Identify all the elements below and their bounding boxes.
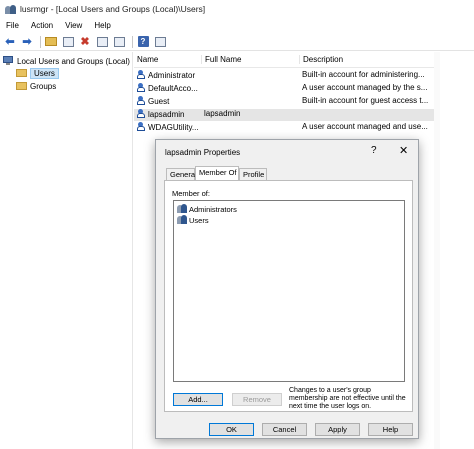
- users-app-icon: [5, 4, 16, 15]
- computer-icon: [3, 56, 14, 66]
- menu-view[interactable]: View: [65, 21, 82, 30]
- menu-file[interactable]: File: [6, 21, 19, 30]
- row-description: Built-in account for administering...: [302, 70, 425, 79]
- dialog-title: lapsadmin Properties: [165, 148, 241, 157]
- user-icon: [136, 70, 146, 80]
- row-name: Administrator: [148, 70, 196, 80]
- row-name: Guest: [148, 96, 170, 106]
- user-icon: [136, 122, 146, 132]
- tree-item-users[interactable]: Users: [16, 67, 59, 79]
- tree-root-local-users-groups[interactable]: Local Users and Groups (Local): [3, 55, 130, 67]
- row-full-name: lapsadmin: [204, 109, 241, 118]
- group-icon: [177, 204, 188, 214]
- member-of-listbox[interactable]: Administrators Users: [173, 200, 405, 382]
- list-item[interactable]: Users: [177, 215, 209, 225]
- menu-action[interactable]: Action: [31, 21, 53, 30]
- help-icon[interactable]: ?: [136, 35, 150, 49]
- group-name: Users: [189, 215, 209, 225]
- member-of-panel: Member of: Administrators Users Add... R…: [164, 180, 413, 412]
- tab-general[interactable]: General: [166, 168, 197, 180]
- console-tree: Local Users and Groups (Local) Users Gro…: [0, 52, 133, 449]
- row-name: WDAGUtility...: [148, 122, 199, 132]
- list-header: Name Full Name Description: [134, 55, 434, 67]
- group-icon: [177, 215, 188, 225]
- remove-button[interactable]: Remove: [232, 393, 282, 406]
- properties-dialog: lapsadmin Properties ? ✕ General Member …: [155, 139, 419, 439]
- column-header-full-name[interactable]: Full Name: [201, 55, 299, 64]
- close-icon[interactable]: ✕: [399, 144, 408, 157]
- tree-root-label: Local Users and Groups (Local): [17, 56, 130, 66]
- table-row[interactable]: Administrator Built-in account for admin…: [134, 70, 434, 82]
- tree-item-label: Users: [30, 67, 59, 79]
- tree-item-groups[interactable]: Groups: [16, 80, 56, 92]
- user-icon: [136, 109, 146, 119]
- column-header-description[interactable]: Description: [299, 55, 432, 64]
- toolbar-separator: [40, 35, 41, 48]
- folder-icon: [16, 69, 27, 77]
- list-item[interactable]: Administrators: [177, 204, 237, 214]
- row-name: DefaultAcco...: [148, 83, 198, 93]
- up-folder-icon[interactable]: [44, 35, 58, 49]
- menu-help[interactable]: Help: [94, 21, 110, 30]
- toolbar: ⬅ ➡ ✖ ?: [0, 33, 474, 51]
- table-row[interactable]: WDAGUtility... A user account managed an…: [134, 122, 434, 134]
- tab-profile[interactable]: Profile: [239, 168, 267, 180]
- console-tree-icon[interactable]: [153, 35, 167, 49]
- help-button[interactable]: Help: [368, 423, 413, 436]
- membership-note: Changes to a user's group membership are…: [289, 387, 406, 410]
- row-name: lapsadmin: [148, 109, 185, 119]
- user-icon: [136, 83, 146, 93]
- tab-member-of[interactable]: Member Of: [195, 166, 239, 180]
- export-icon[interactable]: [112, 35, 126, 49]
- forward-arrow-icon[interactable]: ➡: [20, 35, 34, 49]
- column-header-name[interactable]: Name: [134, 55, 200, 64]
- tree-item-label: Groups: [30, 81, 57, 91]
- dialog-help-icon[interactable]: ?: [371, 145, 377, 156]
- row-description: A user account managed and use...: [302, 122, 428, 131]
- show-hide-tree-icon[interactable]: [61, 35, 75, 49]
- table-row[interactable]: DefaultAcco... A user account managed by…: [134, 83, 434, 95]
- folder-icon: [16, 82, 27, 90]
- group-name: Administrators: [189, 204, 237, 214]
- table-row[interactable]: lapsadmin lapsadmin: [134, 109, 434, 121]
- row-description: A user account managed by the s...: [302, 83, 428, 92]
- delete-icon[interactable]: ✖: [78, 35, 92, 49]
- back-arrow-icon[interactable]: ⬅: [3, 35, 17, 49]
- table-row[interactable]: Guest Built-in account for guest access …: [134, 96, 434, 108]
- menu-bar: File Action View Help: [0, 18, 474, 32]
- user-icon: [136, 96, 146, 106]
- ok-button[interactable]: OK: [209, 423, 254, 436]
- properties-icon[interactable]: [95, 35, 109, 49]
- header-divider: [134, 67, 434, 68]
- member-of-label: Member of:: [172, 189, 210, 198]
- window-title: lusrmgr - [Local Users and Groups (Local…: [20, 4, 206, 14]
- apply-button[interactable]: Apply: [315, 423, 360, 436]
- add-button[interactable]: Add...: [173, 393, 223, 406]
- vertical-scrollbar[interactable]: [434, 52, 440, 449]
- toolbar-separator: [132, 35, 133, 48]
- row-description: Built-in account for guest access t...: [302, 96, 429, 105]
- title-bar: lusrmgr - [Local Users and Groups (Local…: [0, 0, 474, 18]
- cancel-button[interactable]: Cancel: [262, 423, 307, 436]
